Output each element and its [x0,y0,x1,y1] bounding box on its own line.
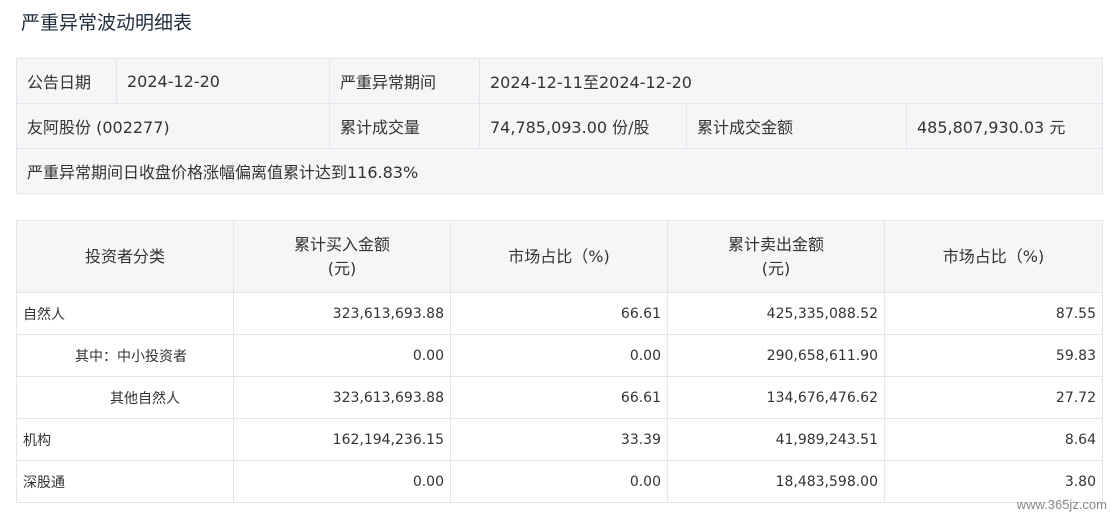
deviation-note: 严重异常期间日收盘价格涨幅偏离值累计达到116.83% [16,148,1103,194]
row-buy: 162,194,236.15 [233,418,451,461]
amount-value: 485,807,930.03 元 [906,103,1103,149]
header-category: 投资者分类 [16,220,234,293]
row-sell: 290,658,611.90 [667,334,885,377]
watermark-text: www.365jz.com [1016,497,1107,512]
table-row: 机构 162,194,236.15 33.39 41,989,243.51 8.… [16,418,1103,461]
row-buy-share: 0.00 [450,460,668,503]
table-header-row: 投资者分类 累计买入金额 (元) 市场占比（%) 累计卖出金额 (元) 市场占比… [16,220,1103,293]
row-sell: 18,483,598.00 [667,460,885,503]
table-row: 自然人 323,613,693.88 66.61 425,335,088.52 … [16,292,1103,335]
period-label: 严重异常期间 [329,58,480,104]
table-row: 其他自然人 323,613,693.88 66.61 134,676,476.6… [16,376,1103,419]
row-buy-share: 0.00 [450,334,668,377]
row-category: 机构 [16,418,234,461]
summary-row-date: 公告日期 2024-12-20 严重异常期间 2024-12-11至2024-1… [16,58,1103,104]
header-buy-amount: 累计买入金额 (元) [233,220,451,293]
row-sell: 41,989,243.51 [667,418,885,461]
row-sell: 134,676,476.62 [667,376,885,419]
summary-row-note: 严重异常期间日收盘价格涨幅偏离值累计达到116.83% [16,148,1103,194]
stock-name: 友阿股份 (002277) [16,103,330,149]
table-row: 其中：中小投资者 0.00 0.00 290,658,611.90 59.83 [16,334,1103,377]
row-buy: 323,613,693.88 [233,376,451,419]
announce-date-label: 公告日期 [16,58,117,104]
row-buy: 0.00 [233,460,451,503]
row-category: 深股通 [16,460,234,503]
row-sell-share: 27.72 [884,376,1103,419]
summary-table: 公告日期 2024-12-20 严重异常期间 2024-12-11至2024-1… [16,58,1103,194]
announce-date-value: 2024-12-20 [116,58,330,104]
row-buy-share: 66.61 [450,292,668,335]
row-category: 其中：中小投资者 [16,334,234,377]
header-sell-amount: 累计卖出金额 (元) [667,220,885,293]
row-category: 自然人 [16,292,234,335]
row-buy-share: 66.61 [450,376,668,419]
page-title: 严重异常波动明细表 [21,12,193,34]
summary-row-trade: 友阿股份 (002277) 累计成交量 74,785,093.00 份/股 累计… [16,103,1103,149]
row-buy: 323,613,693.88 [233,292,451,335]
period-value: 2024-12-11至2024-12-20 [479,58,1103,104]
row-buy: 0.00 [233,334,451,377]
volume-label: 累计成交量 [329,103,480,149]
header-sell-share: 市场占比（%) [884,220,1103,293]
investor-detail-table: 投资者分类 累计买入金额 (元) 市场占比（%) 累计卖出金额 (元) 市场占比… [16,220,1103,503]
row-sell-share: 87.55 [884,292,1103,335]
row-sell-share: 8.64 [884,418,1103,461]
row-category: 其他自然人 [16,376,234,419]
row-sell-share: 59.83 [884,334,1103,377]
volume-value: 74,785,093.00 份/股 [479,103,687,149]
row-sell: 425,335,088.52 [667,292,885,335]
row-buy-share: 33.39 [450,418,668,461]
header-buy-share: 市场占比（%) [450,220,668,293]
amount-label: 累计成交金额 [686,103,907,149]
table-row: 深股通 0.00 0.00 18,483,598.00 3.80 [16,460,1103,503]
